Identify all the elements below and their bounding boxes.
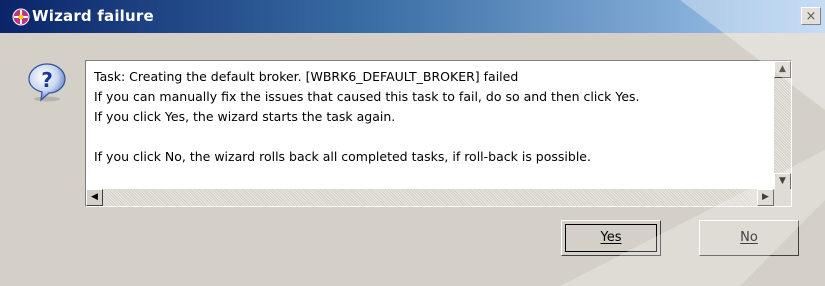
scroll-up-arrow-icon[interactable]: ▲ [774, 61, 791, 78]
no-button[interactable]: No [699, 220, 799, 256]
message-line: If you can manually fix the issues that … [94, 89, 640, 104]
message-line: If you click No, the wizard rolls back a… [94, 149, 591, 164]
scroll-down-arrow-icon[interactable]: ▼ [774, 173, 791, 190]
window-title: Wizard failure [32, 7, 154, 25]
scroll-right-arrow-icon[interactable]: ▶ [757, 189, 774, 206]
close-button[interactable]: × [801, 7, 821, 25]
message-area[interactable]: Task: Creating the default broker. [WBRK… [85, 60, 792, 207]
yes-button[interactable]: Yes [561, 220, 661, 256]
scroll-left-arrow-icon[interactable]: ◀ [86, 189, 103, 206]
vertical-scrollbar[interactable]: ▲ ▼ [774, 61, 791, 190]
message-line: If you click Yes, the wizard starts the … [94, 109, 396, 124]
horizontal-scrollbar[interactable]: ◀ ▶ [86, 189, 774, 206]
question-icon: ? [28, 63, 66, 102]
wizard-failure-dialog: Wizard failure × ? Task: Creating the de… [0, 0, 825, 286]
message-line [94, 127, 764, 147]
message-text: Task: Creating the default broker. [WBRK… [94, 67, 764, 167]
message-line: Task: Creating the default broker. [WBRK… [94, 69, 519, 84]
scrollbar-corner [774, 189, 791, 206]
title-bar[interactable]: Wizard failure × [0, 0, 825, 33]
svg-text:?: ? [41, 68, 53, 92]
wizard-icon [12, 8, 30, 26]
